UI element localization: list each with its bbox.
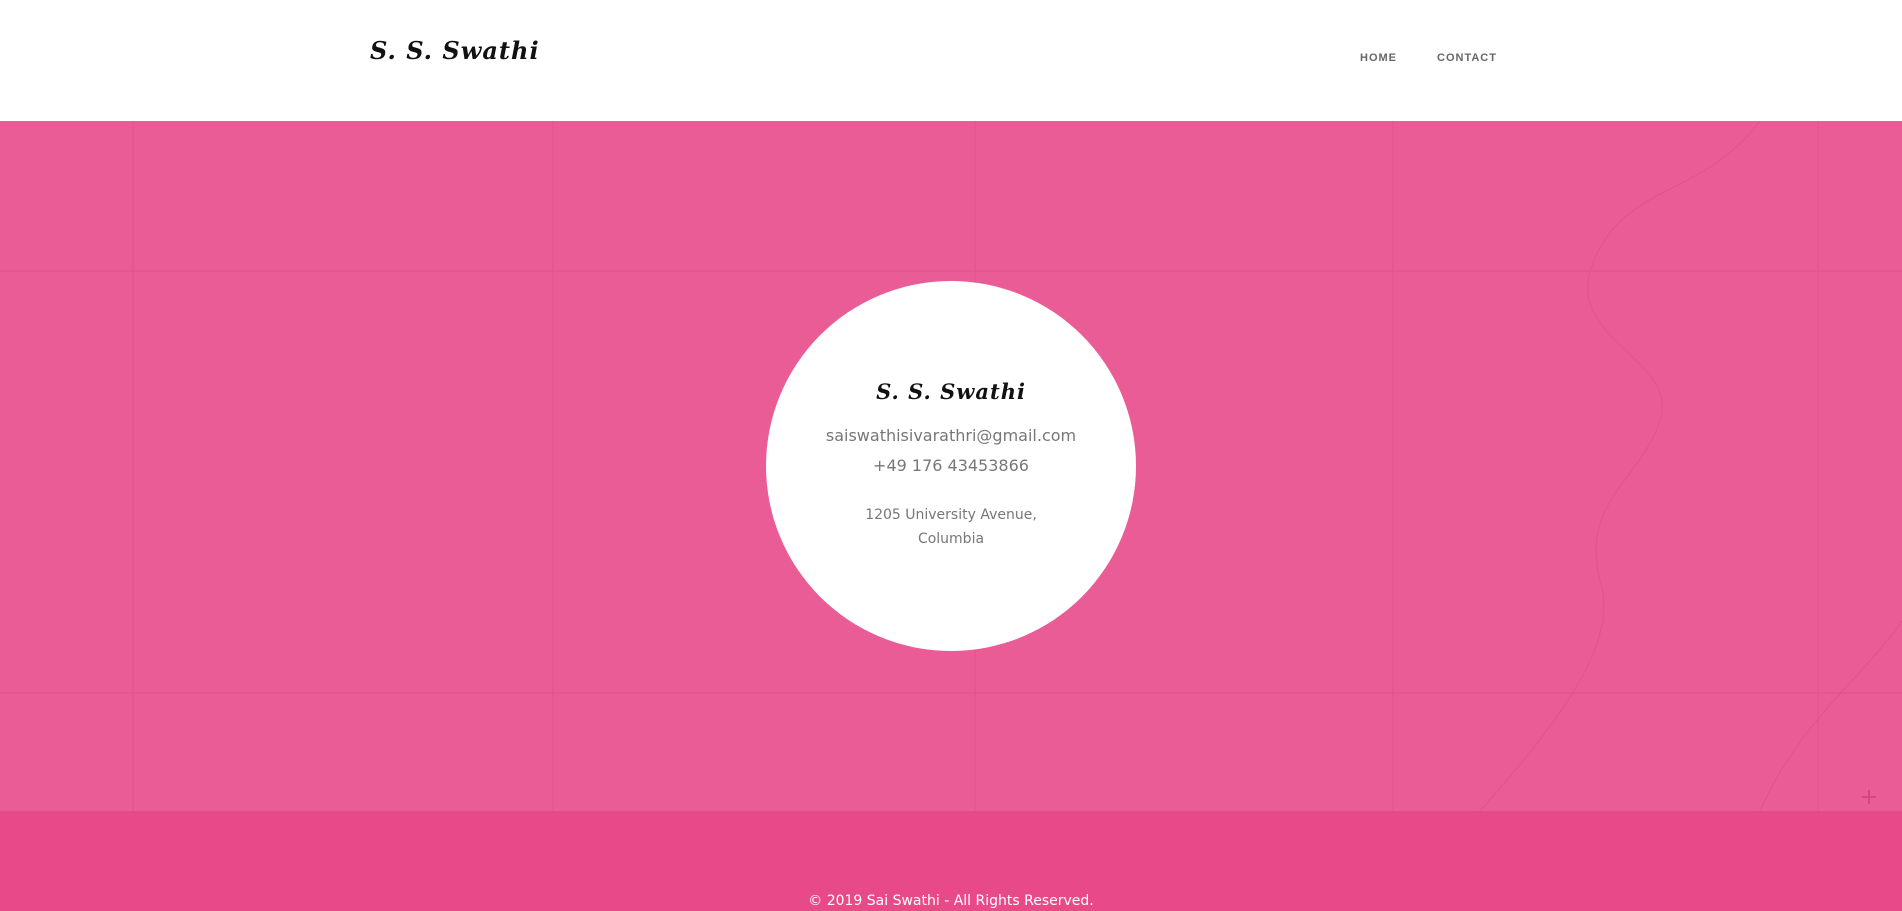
site-header: S. S. Swathi HOME CONTACT [0, 0, 1902, 121]
zoom-in-icon[interactable]: + [1856, 785, 1882, 811]
contact-email[interactable]: saiswathisivarathri@gmail.com [766, 426, 1136, 445]
contact-card: S. S. Swathi saiswathisivarathri@gmail.c… [766, 281, 1136, 651]
main-nav: HOME CONTACT [1360, 52, 1497, 64]
contact-name: S. S. Swathi [876, 379, 1026, 404]
contact-address-line2: Columbia [917, 531, 985, 547]
site-logo[interactable]: S. S. Swathi [370, 36, 540, 65]
nav-home-link[interactable]: HOME [1360, 52, 1397, 64]
contact-phone[interactable]: +49 176 43453866 [766, 456, 1136, 475]
site-footer: © 2019 Sai Swathi - All Rights Reserved. [0, 811, 1902, 911]
nav-contact-link[interactable]: CONTACT [1437, 52, 1497, 64]
contact-address-line1: 1205 University Avenue, [865, 507, 1037, 523]
copyright-text: © 2019 Sai Swathi - All Rights Reserved. [808, 893, 1094, 909]
